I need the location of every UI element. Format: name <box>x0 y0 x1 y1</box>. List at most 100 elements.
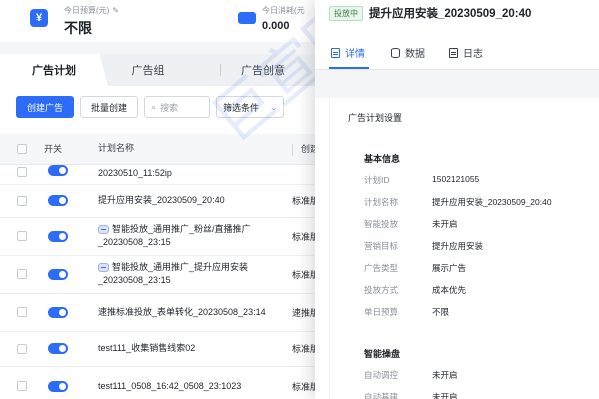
drawer-body: 广告计划设置 基本信息 计划ID 1502121055 计划名称 提升应用安装_… <box>329 98 599 399</box>
row-checkbox-cell <box>0 331 44 367</box>
row-name-cell[interactable]: 智能投放_通用推广_提升应用安装_20230508_23:15 <box>96 255 282 294</box>
table-row[interactable]: 智能投放_通用推广_提升应用安装_20230508_23:15 标准版 <box>0 255 330 294</box>
table-row[interactable]: 智能投放_通用推广_粉丝/直播推广_20230508_23:15 标准版 <box>0 217 330 256</box>
basic-info-title: 基本信息 <box>364 154 401 164</box>
row-name[interactable]: 提升应用安装_20230509_20:40 <box>96 184 282 218</box>
row-switch[interactable] <box>48 268 68 280</box>
row-name[interactable]: 速推标准投放_表单转化_20230508_23:14 <box>96 293 282 332</box>
row-switch-cell <box>44 184 96 218</box>
info-value: 提升应用安装 <box>432 241 484 251</box>
chevron-down-icon: ⌄ <box>270 102 278 112</box>
row-name-cell[interactable]: 智能投放_通用推广_粉丝/直播推广_20230508_23:15 <box>96 217 282 256</box>
info-value: 不限 <box>432 307 450 317</box>
row-switch[interactable] <box>48 380 68 392</box>
tab-creative[interactable]: 广告创意 <box>228 54 298 86</box>
campaign-table: 开关 计划名称 创建链 20230510_11:52ip <box>0 134 330 399</box>
row-name: 智能投放_通用推广_提升应用安装_20230508_23:15 <box>98 262 249 285</box>
row-checkbox-cell <box>0 366 44 399</box>
row-checkbox[interactable] <box>17 381 27 392</box>
row-checkbox[interactable] <box>17 269 27 280</box>
info-key: 自动调控 <box>364 370 399 380</box>
row-checkbox[interactable] <box>17 307 27 318</box>
drawer-header: 投放中 提升应用安装_20230509_20:40 <box>315 0 599 26</box>
info-key: 计划名称 <box>364 197 399 207</box>
row-switch[interactable] <box>48 230 68 242</box>
today-budget-label: 今日预算(元) <box>64 6 110 15</box>
column-divider <box>292 143 293 156</box>
info-value: 成本优先 <box>432 285 467 295</box>
smart-row-auto-control: 自动调控 未开启 <box>364 369 458 381</box>
info-value: 未开启 <box>432 370 458 380</box>
row-switch-cell <box>44 164 96 185</box>
tab-data-label: 数据 <box>405 49 425 60</box>
tab-campaign[interactable]: 广告计划 <box>0 54 108 86</box>
row-switch-cell <box>44 331 96 367</box>
database-icon <box>391 47 400 58</box>
table-row[interactable]: test111_收集销售线索02 标准版 <box>0 331 330 367</box>
status-badge: 投放中 <box>329 5 363 21</box>
row-checkbox[interactable] <box>17 343 27 354</box>
table-header: 开关 计划名称 创建链 <box>0 134 330 165</box>
filter-select[interactable]: 筛选条件 ⌄ <box>216 96 285 118</box>
info-value: 展示广告 <box>432 263 467 273</box>
tab-log[interactable]: 日志 <box>449 45 483 60</box>
info-value: 提升应用安装_20230509_20:40 <box>432 197 552 207</box>
row-checkbox[interactable] <box>17 166 27 177</box>
app-root: ¥ 今日预算(元) ✎ 不限 今日消耗(元 0.000 广告计划 广告组 广告创意 <box>0 0 599 399</box>
edit-pencil-icon[interactable]: ✎ <box>112 6 119 15</box>
active-tab-indicator <box>329 67 369 69</box>
info-key: 智能投放 <box>364 219 399 229</box>
row-checkbox[interactable] <box>17 195 27 206</box>
info-row-smart: 智能投放 未开启 <box>364 218 458 230</box>
section-title: 广告计划设置 <box>348 113 403 123</box>
smart-robot-icon <box>98 263 109 273</box>
info-row-id: 计划ID 1502121055 <box>364 174 479 186</box>
filter-label: 筛选条件 <box>223 102 260 113</box>
info-key: 营销目标 <box>364 241 399 251</box>
log-icon <box>449 47 458 58</box>
table-row[interactable]: 20230510_11:52ip <box>0 164 330 185</box>
today-spend-value: 0.000 <box>262 20 290 32</box>
list-toolbar: 创建广告 批量创建 ⌕ 搜索 筛选条件 ⌄ <box>16 96 285 118</box>
row-checkbox-cell <box>0 164 44 185</box>
info-key: 自动基建 <box>364 392 399 399</box>
campaign-detail-drawer: 投放中 提升应用安装_20230509_20:40 详情 数据 日志 广告计划设… <box>315 0 599 399</box>
today-spend-label: 今日消耗(元 <box>262 6 305 15</box>
tab-ad-group[interactable]: 广告组 <box>108 54 188 86</box>
table-row[interactable]: 提升应用安装_20230509_20:40 标准版 <box>0 184 330 218</box>
info-row-budget: 单日预算 不限 <box>364 306 449 318</box>
tab-details-label: 详情 <box>345 49 365 60</box>
today-spend: 今日消耗(元 0.000 <box>238 5 305 32</box>
row-checkbox-cell <box>0 293 44 332</box>
info-row-adtype: 广告类型 展示广告 <box>364 262 466 274</box>
row-switch[interactable] <box>48 195 68 207</box>
info-value: 未开启 <box>432 219 458 229</box>
row-name[interactable]: test111_收集销售线索02 <box>96 331 282 367</box>
create-ad-button[interactable]: 创建广告 <box>16 96 75 118</box>
info-row-goal: 营销目标 提升应用安装 <box>364 240 483 252</box>
row-checkbox-cell <box>0 217 44 256</box>
row-checkbox[interactable] <box>17 231 27 242</box>
search-input[interactable]: ⌕ 搜索 <box>144 96 211 118</box>
today-budget: ¥ 今日预算(元) ✎ 不限 <box>30 5 119 38</box>
tab-divider <box>220 64 221 76</box>
search-icon: ⌕ <box>151 101 157 112</box>
row-switch-cell <box>44 255 96 294</box>
batch-create-button[interactable]: 批量创建 <box>80 96 139 118</box>
row-switch-cell <box>44 366 96 399</box>
select-all-checkbox[interactable] <box>17 144 27 155</box>
wallet-icon <box>238 12 256 24</box>
row-switch[interactable] <box>48 306 68 318</box>
tab-data[interactable]: 数据 <box>391 45 425 60</box>
drawer-title: 提升应用安装_20230509_20:40 <box>369 8 532 20</box>
yen-icon: ¥ <box>30 9 48 27</box>
table-row[interactable]: test111_0508_16:42_0508_23:1023 标准版 <box>0 366 330 399</box>
row-switch[interactable] <box>48 343 68 355</box>
row-checkbox-cell <box>0 255 44 294</box>
info-key: 单日预算 <box>364 307 399 317</box>
table-row[interactable]: 速推标准投放_表单转化_20230508_23:14 速推版 <box>0 293 330 332</box>
row-name[interactable]: 20230510_11:52ip <box>96 164 282 185</box>
row-name[interactable]: test111_0508_16:42_0508_23:1023 <box>96 366 282 399</box>
row-switch[interactable] <box>48 165 68 177</box>
tab-details[interactable]: 详情 <box>331 45 365 60</box>
